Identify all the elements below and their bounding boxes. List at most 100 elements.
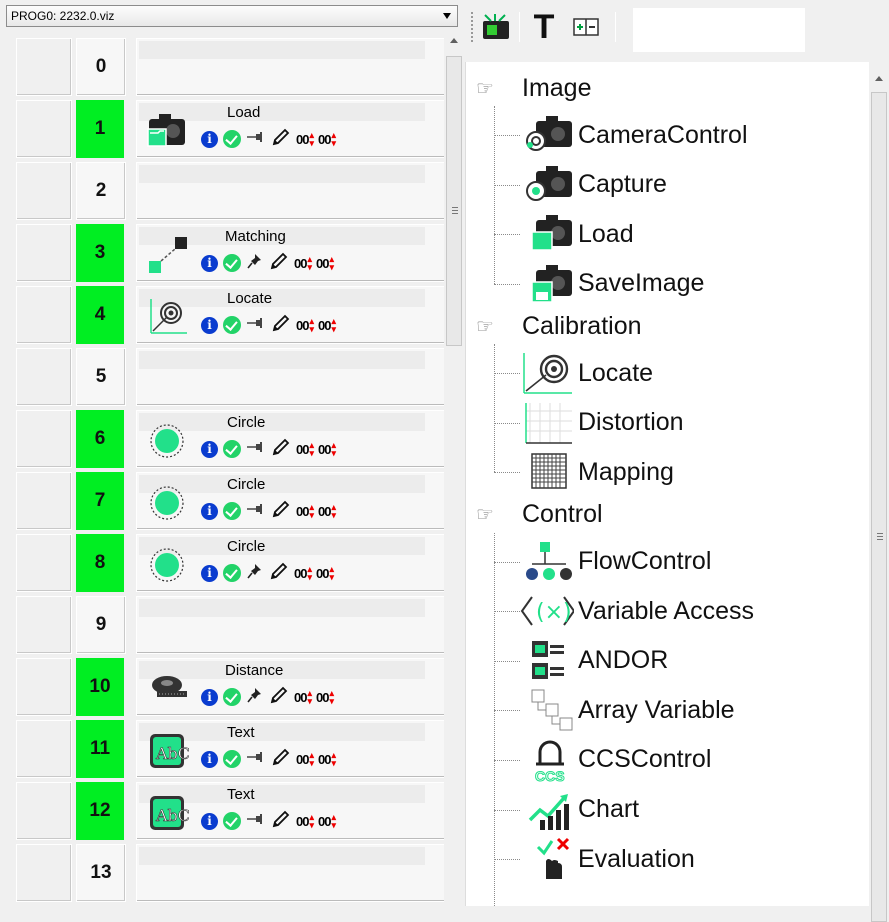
row-number[interactable]: 1: [76, 100, 124, 158]
info-icon[interactable]: i: [201, 130, 218, 148]
program-row[interactable]: 10 Distance i 00 ▴ ▾ 00 ▴ ▾: [0, 654, 446, 716]
pushpin-icon[interactable]: [246, 252, 264, 275]
tool-cell[interactable]: [136, 348, 446, 406]
row-selector-cell[interactable]: [16, 410, 72, 468]
info-icon[interactable]: i: [201, 750, 218, 768]
row-number[interactable]: 3: [76, 224, 124, 282]
tree-category-calibration[interactable]: ☞ Calibration: [472, 308, 642, 344]
info-icon[interactable]: i: [201, 254, 218, 272]
program-row[interactable]: 3 Matching i 00 ▴ ▾ 00 ▴ ▾: [0, 220, 446, 282]
pin-icon[interactable]: [246, 750, 266, 769]
program-row[interactable]: 11 AbC Text i 00 ▴ ▾ 00 ▴ ▾: [0, 716, 446, 778]
row-number[interactable]: 9: [76, 596, 126, 654]
scroll-up-icon[interactable]: [450, 38, 458, 43]
row-number[interactable]: 7: [76, 472, 124, 530]
tool-cell[interactable]: [136, 38, 446, 96]
tree-item-evaluation[interactable]: Evaluation: [494, 834, 695, 884]
row-number[interactable]: 0: [76, 38, 126, 96]
program-row[interactable]: 8 Circle i 00 ▴ ▾ 00 ▴ ▾: [0, 530, 446, 592]
info-icon[interactable]: i: [201, 316, 218, 334]
info-icon[interactable]: i: [201, 564, 218, 582]
scrollbar-thumb[interactable]: [871, 92, 887, 922]
pin-icon[interactable]: [246, 440, 266, 459]
toolbar-grip[interactable]: [471, 12, 473, 42]
tree-item-distortion[interactable]: Distortion: [494, 398, 684, 448]
row-selector-cell[interactable]: [16, 162, 72, 220]
tool-cell[interactable]: [136, 844, 446, 902]
tree-item-array-variable[interactable]: Array Variable: [494, 685, 735, 735]
program-row[interactable]: 5: [0, 344, 446, 406]
tool-cell[interactable]: Locate i 00 ▴ ▾ 00 ▴ ▾: [136, 286, 446, 344]
row-number[interactable]: 6: [76, 410, 124, 468]
pin-icon[interactable]: [246, 502, 266, 521]
tree-scrollbar[interactable]: [869, 62, 889, 922]
row-selector-cell[interactable]: [16, 720, 72, 778]
tree-item-cameracontrol[interactable]: CameraControl: [494, 110, 748, 160]
insert-row-button[interactable]: [569, 10, 603, 44]
pencil-icon[interactable]: [271, 314, 291, 337]
row-selector-cell[interactable]: [16, 100, 72, 158]
program-row[interactable]: 13: [0, 840, 446, 902]
tree-item-flowcontrol[interactable]: FlowControl: [494, 537, 711, 587]
row-selector-cell[interactable]: [16, 844, 72, 902]
pencil-icon[interactable]: [271, 810, 291, 833]
pin-icon[interactable]: [246, 130, 266, 149]
row-selector-cell[interactable]: [16, 596, 72, 654]
pencil-icon[interactable]: [271, 128, 291, 151]
row-number[interactable]: 5: [76, 348, 126, 406]
tool-cell[interactable]: AbC Text i 00 ▴ ▾ 00 ▴ ▾: [136, 720, 446, 778]
info-icon[interactable]: i: [201, 502, 218, 520]
program-row[interactable]: 12 AbC Text i 00 ▴ ▾ 00 ▴ ▾: [0, 778, 446, 840]
tree-category-image[interactable]: ☞ Image: [472, 70, 591, 106]
tool-cell[interactable]: Circle i 00 ▴ ▾ 00 ▴ ▾: [136, 410, 446, 468]
scroll-up-icon[interactable]: [875, 76, 883, 81]
toolbar-field[interactable]: [633, 8, 805, 52]
pencil-icon[interactable]: [271, 748, 291, 771]
row-selector-cell[interactable]: [16, 534, 72, 592]
row-number[interactable]: 10: [76, 658, 124, 716]
row-number[interactable]: 13: [76, 844, 126, 902]
pin-icon[interactable]: [246, 316, 266, 335]
row-selector-cell[interactable]: [16, 348, 72, 406]
program-row[interactable]: 6 Circle i 00 ▴ ▾ 00 ▴ ▾: [0, 406, 446, 468]
row-selector-cell[interactable]: [16, 38, 72, 96]
scrollbar-thumb[interactable]: [446, 56, 462, 346]
tool-cell[interactable]: Circle i 00 ▴ ▾ 00 ▴ ▾: [136, 472, 446, 530]
text-button[interactable]: T: [527, 8, 561, 46]
pencil-icon[interactable]: [271, 500, 291, 523]
add-tool-button[interactable]: [479, 10, 513, 44]
pushpin-icon[interactable]: [246, 562, 264, 585]
program-row[interactable]: 2: [0, 158, 446, 220]
row-selector-cell[interactable]: [16, 782, 72, 840]
pencil-icon[interactable]: [269, 252, 289, 275]
row-number[interactable]: 4: [76, 286, 124, 344]
pencil-icon[interactable]: [269, 686, 289, 709]
pin-icon[interactable]: [246, 812, 266, 831]
tool-cell[interactable]: Load i 00 ▴ ▾ 00 ▴ ▾: [136, 100, 446, 158]
pencil-icon[interactable]: [271, 438, 291, 461]
program-row[interactable]: 1 Load i 00 ▴ ▾ 00 ▴ ▾: [0, 96, 446, 158]
pencil-icon[interactable]: [269, 562, 289, 585]
program-row[interactable]: 4 Locate i 00 ▴ ▾ 00 ▴ ▾: [0, 282, 446, 344]
program-row[interactable]: 9: [0, 592, 446, 654]
row-number[interactable]: 11: [76, 720, 124, 778]
chevron-down-icon[interactable]: [443, 13, 451, 19]
tool-cell[interactable]: AbC Text i 00 ▴ ▾ 00 ▴ ▾: [136, 782, 446, 840]
row-number[interactable]: 8: [76, 534, 124, 592]
tool-cell[interactable]: [136, 162, 446, 220]
row-number[interactable]: 2: [76, 162, 126, 220]
row-number[interactable]: 12: [76, 782, 124, 840]
row-selector-cell[interactable]: [16, 472, 72, 530]
tree-item-saveimage[interactable]: SaveImage: [494, 259, 704, 309]
info-icon[interactable]: i: [201, 688, 218, 706]
info-icon[interactable]: i: [201, 812, 218, 830]
tool-cell[interactable]: Circle i 00 ▴ ▾ 00 ▴ ▾: [136, 534, 446, 592]
tool-cell[interactable]: Distance i 00 ▴ ▾ 00 ▴ ▾: [136, 658, 446, 716]
tree-item-ccscontrol[interactable]: CCS CCSControl: [494, 735, 711, 785]
row-selector-cell[interactable]: [16, 658, 72, 716]
tree-item-andor[interactable]: ANDOR: [494, 636, 668, 686]
program-scrollbar[interactable]: [444, 34, 464, 906]
pushpin-icon[interactable]: [246, 686, 264, 709]
row-selector-cell[interactable]: [16, 224, 72, 282]
tree-category-control[interactable]: ☞ Control: [472, 497, 603, 533]
